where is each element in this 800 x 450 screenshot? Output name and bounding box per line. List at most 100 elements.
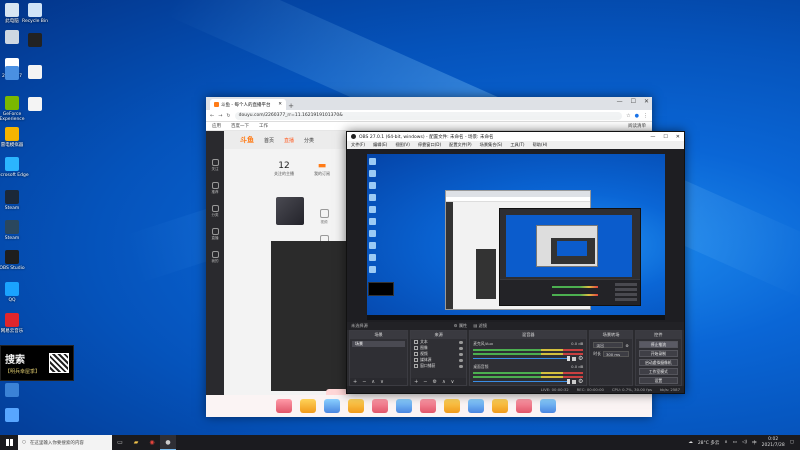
browser-tab[interactable]: 斗鱼 - 每个人的直播平台 ✕ <box>210 99 286 110</box>
eye-icon[interactable] <box>459 340 464 344</box>
tab-close-icon[interactable]: ✕ <box>278 102 282 107</box>
scene-item[interactable]: 场景 <box>352 341 406 347</box>
desktop-item[interactable] <box>17 65 53 81</box>
add-icon[interactable]: + <box>353 379 357 385</box>
gear-icon[interactable]: ⚙ <box>433 379 437 385</box>
desktop-item[interactable]: QQ <box>0 282 30 303</box>
gift-item[interactable] <box>492 399 508 413</box>
promo-banner[interactable]: 搜索 【明兵幸屋季】 <box>0 345 74 381</box>
bookmark-work[interactable]: 工作 <box>259 123 268 129</box>
chevron-down-icon[interactable]: ∨ <box>451 379 455 385</box>
eye-icon[interactable] <box>459 346 464 350</box>
remove-icon[interactable]: − <box>362 379 366 385</box>
stat-subscription[interactable]: ▬ 我的订阅 <box>314 161 330 177</box>
reading-list[interactable]: 阅读清单 <box>628 123 646 129</box>
task-view-icon[interactable]: ▭ <box>112 435 128 450</box>
add-icon[interactable]: + <box>414 379 418 385</box>
left-nav-live[interactable]: 直播 <box>211 228 219 241</box>
maximize-button[interactable]: ☐ <box>663 134 667 140</box>
gift-item[interactable] <box>396 399 412 413</box>
desktop-item[interactable]: 雷电模拟器 <box>0 127 30 148</box>
desktop-item[interactable]: Microsoft Edge <box>0 157 30 178</box>
gift-item[interactable] <box>420 399 436 413</box>
file-explorer-icon[interactable]: ▰ <box>128 435 144 450</box>
remove-icon[interactable]: − <box>423 379 427 385</box>
source-item[interactable]: 窗口捕获 <box>411 363 466 369</box>
nav-home[interactable]: 首页 <box>264 137 274 144</box>
desktop-item[interactable] <box>0 383 30 399</box>
eye-icon[interactable] <box>459 352 464 356</box>
forward-icon[interactable]: → <box>218 113 222 119</box>
douyu-logo[interactable]: 斗鱼 <box>240 135 254 145</box>
obs-menu-item[interactable]: 编辑(E) <box>373 142 387 148</box>
gift-item[interactable] <box>348 399 364 413</box>
gift-item[interactable] <box>324 399 340 413</box>
gear-icon[interactable]: ⚙ <box>578 378 583 385</box>
notification-icon[interactable]: ▢ <box>790 440 794 445</box>
gear-icon[interactable]: ⚙ <box>625 343 628 348</box>
obs-menu-item[interactable]: 视图(V) <box>395 142 410 148</box>
obs-menu-item[interactable]: 场景集合(S) <box>480 142 503 148</box>
nav-live[interactable]: 直播 <box>284 137 294 144</box>
streamer-thumbnail[interactable] <box>276 197 304 225</box>
video-player[interactable] <box>271 241 349 391</box>
control-button[interactable]: 工作室模式 <box>638 368 678 375</box>
desktop-item[interactable]: Recycle Bin <box>17 3 53 24</box>
desktop-item[interactable]: Steam <box>0 220 30 241</box>
reload-icon[interactable]: ↻ <box>226 113 230 119</box>
desktop-item[interactable]: Steam <box>0 190 30 211</box>
control-button[interactable]: 开始录制 <box>638 350 678 357</box>
obs-menu-item[interactable]: 帮助(H) <box>533 142 548 148</box>
desktop-item[interactable]: 网易云音乐 <box>0 313 30 334</box>
desktop-item[interactable] <box>17 97 53 113</box>
speaker-icon[interactable] <box>571 356 576 361</box>
chevron-up-icon[interactable]: ∧ <box>724 440 727 445</box>
side-item-video[interactable]: 视频 <box>308 209 340 225</box>
chevron-up-icon[interactable]: ∧ <box>442 379 446 385</box>
left-nav-category[interactable]: 分类 <box>211 205 219 218</box>
weather-cloud-icon[interactable]: ☁ <box>688 440 693 445</box>
control-button[interactable]: 启动虚拟摄像机 <box>638 359 678 366</box>
menu-icon[interactable]: ⋮ <box>643 113 648 119</box>
bookmark-star-icon[interactable]: ☆ <box>626 113 630 119</box>
extension-icon[interactable]: ● <box>635 113 639 119</box>
minimize-button[interactable]: — <box>617 98 623 105</box>
close-button[interactable]: ✕ <box>676 134 680 140</box>
clock[interactable]: 0:02 2021/7/28 <box>762 437 785 448</box>
obs-preview[interactable] <box>347 149 684 322</box>
obs-menu-item[interactable]: 文件(F) <box>351 142 365 148</box>
chrome-icon[interactable]: ◉ <box>144 435 160 450</box>
duration-input[interactable]: 300 ms <box>602 351 629 357</box>
obs-menu-item[interactable]: 配置文件(P) <box>449 142 472 148</box>
url-input[interactable]: douyu.com/2260377_rr=11.1621919101370& <box>234 111 623 120</box>
nav-category[interactable]: 分类 <box>304 137 314 144</box>
new-tab-button[interactable]: + <box>286 102 296 110</box>
chevron-down-icon[interactable]: ∨ <box>380 379 384 385</box>
network-icon[interactable]: ▭ <box>733 440 737 445</box>
obs-menu-item[interactable]: 停靠窗口(D) <box>418 142 441 148</box>
minimize-button[interactable]: — <box>650 134 655 140</box>
desktop-item[interactable] <box>17 33 53 49</box>
left-nav-follow[interactable]: 关注 <box>211 159 219 172</box>
volume-slider[interactable] <box>473 356 570 361</box>
speaker-icon[interactable] <box>571 379 576 384</box>
obs-taskbar-icon[interactable]: ● <box>160 435 176 450</box>
preview-canvas[interactable] <box>367 154 665 320</box>
gift-item[interactable] <box>516 399 532 413</box>
gift-item[interactable] <box>540 399 556 413</box>
volume-handle[interactable] <box>566 379 570 384</box>
chevron-up-icon[interactable]: ∧ <box>371 379 375 385</box>
control-button[interactable]: 停止推流 <box>638 341 678 348</box>
filters-button[interactable]: ▤ 滤镜 <box>473 323 487 329</box>
control-button[interactable]: 设置 <box>638 377 678 384</box>
gift-item[interactable] <box>276 399 292 413</box>
close-button[interactable]: ✕ <box>644 98 649 105</box>
left-nav-recommend[interactable]: 推荐 <box>211 182 219 195</box>
gift-item[interactable] <box>372 399 388 413</box>
gift-item[interactable] <box>468 399 484 413</box>
properties-button[interactable]: ⚙ 属性 <box>454 323 467 329</box>
back-icon[interactable]: ← <box>210 113 214 119</box>
weather-text[interactable]: 28°C 多云 <box>698 440 720 446</box>
eye-icon[interactable] <box>459 358 464 362</box>
gear-icon[interactable]: ⚙ <box>578 355 583 362</box>
